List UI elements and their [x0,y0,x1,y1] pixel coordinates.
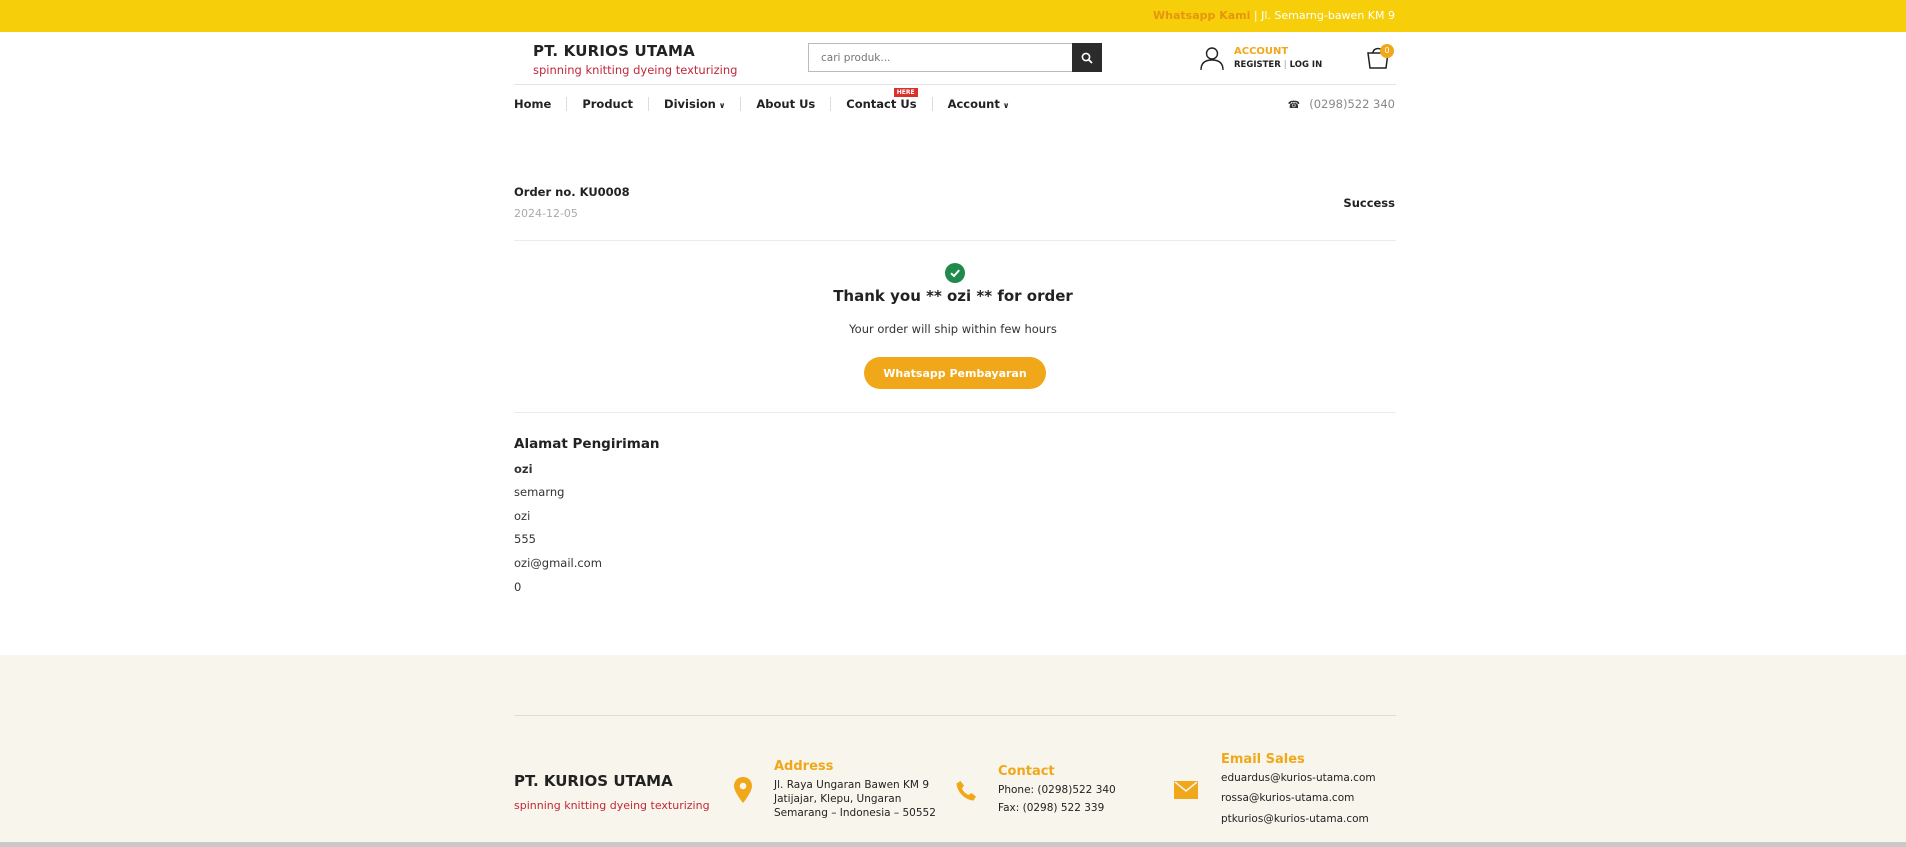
footer-email[interactable]: rossa@kurios-utama.com [1221,792,1354,804]
login-link[interactable]: LOG IN [1290,60,1323,70]
main-nav: Home Product Division ∨ About Us Contact … [514,88,1025,114]
shipping-line: ozi [514,509,531,523]
topbar-separator: | [1253,9,1262,22]
brand-name[interactable]: PT. KURIOS UTAMA [533,42,695,60]
map-pin-icon [734,777,752,803]
shipping-address-title: Alamat Pengiriman [514,436,660,452]
chevron-down-icon: ∨ [1002,101,1010,110]
order-date: 2024-12-05 [514,207,578,220]
footer-email-title: Email Sales [1221,752,1305,767]
whatsapp-payment-button[interactable]: Whatsapp Pembayaran [864,357,1046,389]
shipping-line: 555 [514,532,536,546]
nav-item-home[interactable]: Home [514,97,566,111]
nav-label: Home [514,97,552,111]
site-footer: PT. KURIOS UTAMA spinning knitting dyein… [0,655,1906,847]
hot-badge: HERE [893,88,918,97]
order-status: Success [1343,196,1395,210]
footer-address-line: Jl. Raya Ungaran Bawen KM 9 [774,779,929,791]
shipping-note: Your order will ship within few hours [849,322,1057,336]
footer-address-line: Semarang – Indonesia – 50552 [774,807,936,819]
footer-brand-tagline: spinning knitting dyeing texturizing [514,799,710,812]
checkmark-icon [950,269,960,278]
nav-item-about-us[interactable]: About Us [740,97,830,111]
register-link[interactable]: REGISTER [1234,60,1281,70]
nav-item-contact-us[interactable]: Contact Us HERE [830,88,931,111]
shipping-line: semarng [514,485,565,499]
link-separator: | [1283,60,1287,70]
phone-number: (0298)522 340 [1309,97,1395,111]
thank-you-heading: Thank you ** ozi ** for order [833,287,1073,305]
shipping-name: ozi [514,462,533,476]
footer-email[interactable]: ptkurios@kurios-utama.com [1221,813,1369,825]
nav-label: About Us [756,97,816,111]
search-input[interactable] [808,43,1072,72]
nav-label: Account [947,97,1000,111]
shipping-line: 0 [514,580,522,594]
account-links: REGISTER | LOG IN [1234,60,1322,70]
nav-item-division[interactable]: Division ∨ [648,97,740,111]
footer-contact-title: Contact [998,764,1055,779]
order-number: Order no. KU0008 [514,185,630,199]
chevron-down-icon: ∨ [718,101,726,110]
top-bar: Whatsapp Kami | Jl. Semarng-bawen KM 9 [0,0,1906,32]
check-circle-icon [945,263,965,283]
window-bottom-strip [0,842,1906,847]
topbar-address: Jl. Semarng-bawen KM 9 [1261,9,1395,22]
footer-brand-name: PT. KURIOS UTAMA [514,772,673,790]
footer-address-line: Jatijajar, Klepu, Ungaran [774,793,902,805]
search-button[interactable] [1072,43,1102,72]
nav-label: Product [582,97,634,111]
cart-count-badge: 0 [1380,44,1394,58]
nav-item-product[interactable]: Product [566,97,648,111]
confirmation-divider [514,412,1396,413]
brand-tagline: spinning knitting dyeing texturizing [533,63,738,77]
topbar-whatsapp-link[interactable]: Whatsapp Kami [1153,9,1250,22]
search-icon [1081,52,1093,64]
order-divider [514,240,1396,241]
footer-phone[interactable]: Phone: (0298)522 340 [998,784,1116,796]
shipping-line: ozi@gmail.com [514,556,602,570]
footer-address-title: Address [774,759,834,774]
footer-fax: Fax: (0298) 522 339 [998,802,1105,814]
footer-divider [514,715,1396,716]
site-header: PT. KURIOS UTAMA spinning knitting dyein… [0,32,1906,84]
topbar-info: Whatsapp Kami | Jl. Semarng-bawen KM 9 [1153,9,1395,22]
envelope-icon [1174,781,1198,799]
header-divider [514,84,1396,85]
phone-icon [956,781,976,801]
nav-item-account[interactable]: Account ∨ [931,97,1025,111]
phone-icon: ☎ [1287,100,1301,111]
footer-email[interactable]: eduardus@kurios-utama.com [1221,772,1376,784]
nav-label: Contact Us [846,97,917,111]
account-title: ACCOUNT [1234,46,1289,57]
header-phone[interactable]: ☎ (0298)522 340 [1288,97,1395,111]
user-icon[interactable] [1199,45,1225,71]
nav-label: Division [664,97,716,111]
